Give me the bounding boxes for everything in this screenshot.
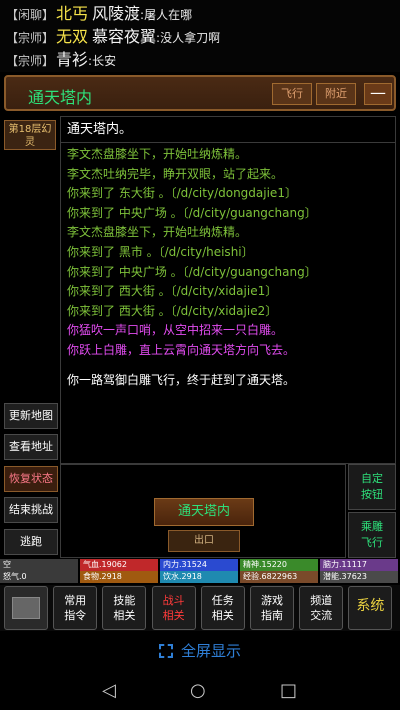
log-line: 你猛吹一声口哨，从空中招来一只白雕。: [67, 323, 284, 338]
message-log[interactable]: 通天塔内。 李文杰盘膝坐下，开始吐纳炼精。 李文杰吐纳完毕，睁开双眼，站了起来。你…: [60, 116, 396, 464]
chat-message: 长安: [92, 54, 117, 68]
back-icon[interactable]: ◁: [102, 680, 116, 701]
menu-button[interactable]: 技能相关: [102, 586, 147, 630]
stat-bar: 内力.31524: [160, 559, 238, 571]
menu-button-label: 系统: [356, 598, 385, 614]
chat-panel: 【闲聊】 北丐 风陵渡:屠人在哪 【宗师】 无双 慕容夜翼:没人拿刀啊 【宗师】 青衫:长…: [0, 0, 400, 72]
stat-bar: 气血.19062: [80, 559, 158, 571]
place-button[interactable]: 通天塔内: [154, 498, 254, 526]
chat-message: 没人拿刀啊: [160, 31, 221, 45]
chat-line[interactable]: 【宗师】 无双 慕容夜翼:没人拿刀啊: [6, 25, 394, 48]
floor-button[interactable]: 第18层幻灵: [4, 120, 56, 150]
menu-button-label: 频道交流: [310, 594, 333, 622]
chat-channel-tag: 【宗师】: [6, 54, 55, 68]
chat-sender[interactable]: 慕容夜翼: [92, 27, 156, 46]
stat-bar: 精神.15220: [240, 559, 318, 571]
log-line: 你跃上白雕，直上云霄向通天塔方向飞去。: [67, 342, 296, 357]
chat-line[interactable]: 【闲聊】 北丐 风陵渡:屠人在哪: [6, 2, 394, 25]
view-address-button[interactable]: 查看地址: [4, 434, 58, 460]
menu-button[interactable]: 任务相关: [200, 586, 245, 630]
fly-button[interactable]: 飞行: [272, 83, 312, 105]
menu-button[interactable]: 游戏指南: [250, 586, 294, 630]
stat-bar: 食物.2918: [80, 571, 158, 583]
log-line: 你来到了 中央广场 。〔/d/city/guangchang〕: [67, 205, 317, 220]
log-line: 你来到了 西大街 。〔/d/city/xidajie1〕: [67, 284, 278, 299]
chat-sender[interactable]: 青衫: [56, 50, 88, 69]
menu-icon: [12, 597, 40, 619]
log-line: 你一路驾御白雕飞行，终于赶到了通天塔。: [67, 372, 296, 387]
stat-bar: 脑力.11117: [320, 559, 398, 571]
log-line: 你来到了 东大街 。〔/d/city/dongdajie1〕: [67, 186, 297, 201]
nearby-button[interactable]: 附近: [316, 83, 356, 105]
exit-button[interactable]: 出口: [168, 530, 240, 552]
flee-button[interactable]: 逃跑: [4, 529, 58, 555]
main-menu: 常用指令 技能相关 战斗相关 任务相关 游戏指南 频道交流 系统: [0, 585, 400, 631]
fullscreen-icon: [158, 644, 173, 658]
log-line: 你来到了 西大街 。〔/d/city/xidajie2〕: [67, 303, 278, 318]
stat-bar: 饮水.2918: [160, 571, 238, 583]
location-bar: 通天塔内 飞行 附近 —: [4, 75, 396, 111]
end-challenge-button[interactable]: 结束挑战: [4, 497, 58, 523]
log-line: 你来到了 黑市 。〔/d/city/heishi〕: [67, 244, 254, 259]
recover-status-button[interactable]: 恢复状态: [4, 466, 58, 492]
home-icon[interactable]: ○: [190, 680, 206, 701]
stat-bar: 潜能.37623: [320, 571, 398, 583]
stat-bar: 经验.6822963: [240, 571, 318, 583]
custom-button-label: 自定按钮: [361, 472, 383, 501]
menu-settings-button[interactable]: [4, 586, 48, 630]
android-navbar: ◁ ○ □: [0, 668, 400, 710]
log-line: 李文杰盘膝坐下，开始吐纳炼精。: [67, 225, 248, 240]
chat-channel-tag: 【闲聊】: [6, 8, 55, 22]
log-line: 李文杰吐纳完毕，睁开双眼，站了起来。: [67, 166, 284, 181]
chat-line[interactable]: 【宗师】 青衫:长安: [6, 48, 394, 71]
menu-button[interactable]: 常用指令: [53, 586, 98, 630]
eagle-fly-label: 乘雕飞行: [361, 520, 383, 549]
minimize-button[interactable]: —: [364, 83, 392, 105]
fullscreen-button[interactable]: 全屏显示: [0, 637, 400, 665]
stats-panel: 空气血.19062 内力.31524 精神.15220 脑力.11117 怒气.0 食物.…: [0, 559, 400, 583]
fullscreen-label: 全屏显示: [180, 642, 241, 660]
stat-bar: 空: [0, 559, 78, 571]
log-body: 李文杰盘膝坐下，开始吐纳炼精。 李文杰吐纳完毕，睁开双眼，站了起来。 你来到了 东大…: [61, 143, 395, 463]
recent-apps-icon[interactable]: □: [280, 680, 297, 701]
log-spacer: [67, 361, 395, 371]
menu-button[interactable]: 频道交流: [299, 586, 344, 630]
chat-title: 北丐: [56, 4, 89, 23]
log-line: 你来到了 中央广场 。〔/d/city/guangchang〕: [67, 264, 317, 279]
menu-button[interactable]: 战斗相关: [151, 586, 196, 630]
menu-button[interactable]: 系统: [348, 586, 393, 630]
menu-button-label: 任务相关: [211, 594, 234, 622]
menu-button-label: 游戏指南: [261, 594, 283, 622]
chat-title: 无双: [56, 27, 89, 46]
eagle-fly-button[interactable]: 乘雕飞行: [348, 512, 396, 558]
chat-sender[interactable]: 风陵渡: [92, 4, 140, 23]
stat-bar: 怒气.0: [0, 571, 78, 583]
log-title: 通天塔内。: [61, 117, 395, 143]
chat-message: 屠人在哪: [144, 8, 193, 22]
log-line: 李文杰盘膝坐下，开始吐纳炼精。: [67, 147, 248, 161]
location-title: 通天塔内: [28, 88, 93, 107]
update-map-button[interactable]: 更新地图: [4, 403, 58, 429]
custom-button[interactable]: 自定按钮: [348, 464, 396, 510]
menu-button-label: 常用指令: [64, 594, 87, 622]
menu-button-label: 战斗相关: [162, 594, 185, 622]
menu-button-label: 技能相关: [113, 594, 136, 622]
chat-channel-tag: 【宗师】: [6, 31, 55, 45]
